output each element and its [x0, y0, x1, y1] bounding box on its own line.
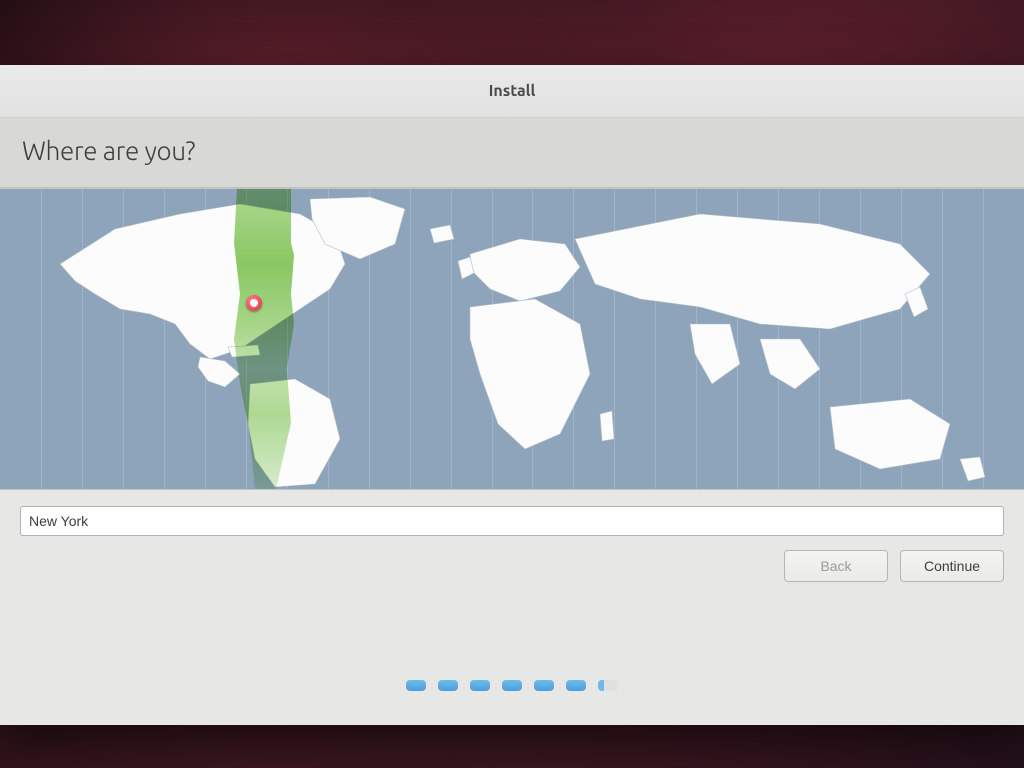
installer-window: Install Where are you? [0, 65, 1024, 725]
progress-dot [502, 680, 522, 691]
progress-dot [534, 680, 554, 691]
progress-dot [470, 680, 490, 691]
window-title: Install [489, 82, 536, 100]
progress-dot [438, 680, 458, 691]
progress-dot [566, 680, 586, 691]
back-button[interactable]: Back [784, 550, 888, 582]
wizard-button-row: Back Continue [0, 536, 1024, 582]
continue-button[interactable]: Continue [900, 550, 1004, 582]
progress-dot [406, 680, 426, 691]
world-map-land [0, 189, 1024, 489]
step-heading: Where are you? [0, 118, 1024, 188]
progress-dot [598, 680, 618, 691]
slideshow-progress [0, 680, 1024, 691]
timezone-map[interactable] [0, 188, 1024, 490]
location-input[interactable] [20, 506, 1004, 536]
location-marker-icon [246, 295, 262, 311]
window-titlebar: Install [0, 65, 1024, 118]
location-input-row [0, 490, 1024, 536]
